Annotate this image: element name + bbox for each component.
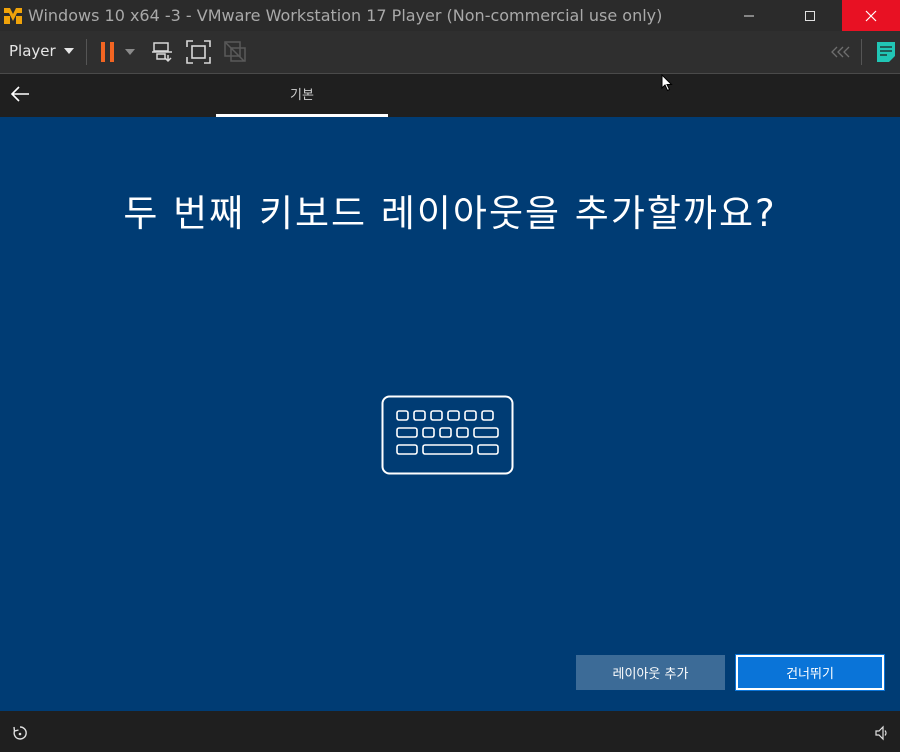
back-arrow-icon[interactable] (10, 84, 30, 104)
minimize-button[interactable] (726, 0, 772, 31)
minimize-icon (744, 15, 754, 16)
pause-icon (101, 42, 114, 62)
player-menu-label: Player (9, 42, 56, 60)
add-layout-button[interactable]: 레이아웃 추가 (576, 655, 725, 690)
window-title: Windows 10 x64 -3 - VMware Workstation 1… (28, 6, 663, 25)
player-menu-button[interactable]: Player (9, 42, 74, 60)
page-title: 두 번째 키보드 레이아웃을 추가할까요? (123, 192, 777, 235)
tab-basic[interactable]: 기본 (216, 74, 388, 117)
pause-dropdown-arrow-icon[interactable] (125, 48, 135, 56)
oobe-main-panel: 두 번째 키보드 레이아웃을 추가할까요? 레이아웃 추가 건너뛰기 (0, 117, 900, 711)
ease-of-access-icon[interactable] (12, 725, 28, 741)
pause-button[interactable] (99, 41, 135, 63)
close-button[interactable] (842, 0, 900, 31)
speaker-icon[interactable] (874, 725, 890, 741)
oobe-nav-bar: 기본 (0, 74, 900, 117)
vmware-toolbar: Player (0, 31, 900, 74)
close-icon (865, 10, 877, 21)
notes-icon[interactable] (876, 41, 896, 63)
vmware-logo-icon (2, 5, 24, 27)
maximize-button[interactable] (787, 0, 833, 31)
unity-icon[interactable] (223, 40, 247, 64)
send-ctrl-alt-del-icon[interactable] (150, 40, 174, 64)
mouse-cursor-icon (661, 74, 673, 92)
oobe-bottom-bar (0, 711, 900, 752)
toolbar-divider (861, 39, 862, 65)
full-screen-icon[interactable] (186, 40, 211, 64)
dropdown-arrow-icon (63, 48, 74, 54)
skip-button[interactable]: 건너뛰기 (735, 654, 885, 691)
keyboard-icon (381, 395, 514, 475)
toolbar-divider (86, 39, 87, 65)
title-bar: Windows 10 x64 -3 - VMware Workstation 1… (0, 0, 900, 31)
maximize-icon (805, 10, 815, 21)
collapse-arrows-icon[interactable] (830, 45, 852, 59)
